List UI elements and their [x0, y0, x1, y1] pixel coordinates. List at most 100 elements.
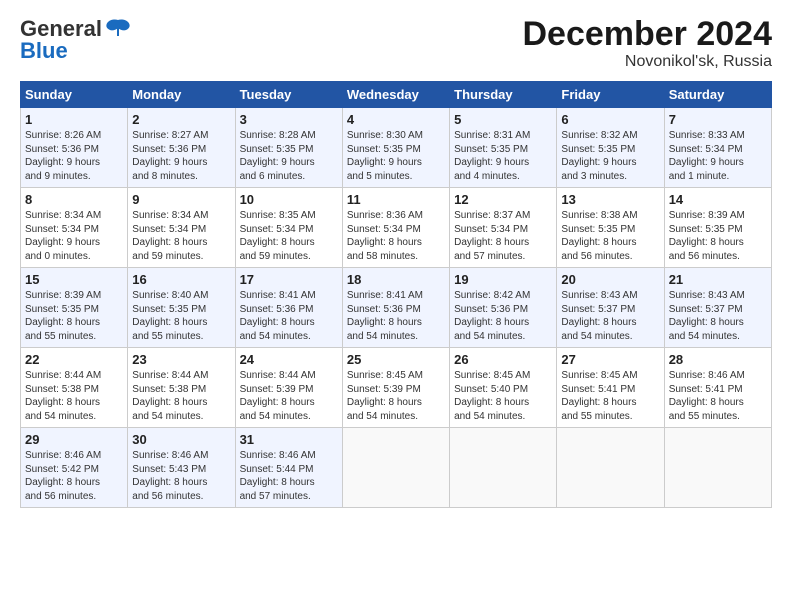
day-number: 23 [132, 352, 230, 367]
day-info: Sunrise: 8:42 AM Sunset: 5:36 PM Dayligh… [454, 289, 552, 343]
calendar-week-row: 29 Sunrise: 8:46 AM Sunset: 5:42 PM Dayli… [21, 428, 772, 508]
day-info: Sunrise: 8:27 AM Sunset: 5:36 PM Dayligh… [132, 129, 230, 183]
calendar-day-cell [342, 428, 449, 508]
calendar-day-cell: 27Sunrise: 8:45 AM Sunset: 5:41 PM Dayli… [557, 348, 664, 428]
day-info: Sunrise: 8:46 AM Sunset: 5:44 PM Dayligh… [240, 449, 338, 503]
logo-bird-icon [104, 18, 132, 40]
calendar-day-cell: 20Sunrise: 8:43 AM Sunset: 5:37 PM Dayli… [557, 268, 664, 348]
day-number: 31 [240, 432, 338, 447]
logo: General Blue [20, 16, 132, 64]
page-title: December 2024 [522, 16, 772, 53]
day-number: 4 [347, 112, 445, 127]
calendar-day-cell: 26 Sunrise: 8:45 AM Sunset: 5:40 PM Dayli… [450, 348, 557, 428]
day-number: 6 [561, 112, 659, 127]
calendar-day-cell: 10 Sunrise: 8:35 AM Sunset: 5:34 PM Dayli… [235, 188, 342, 268]
day-info: Sunrise: 8:37 AM Sunset: 5:34 PM Dayligh… [454, 209, 552, 263]
day-info: Sunrise: 8:46 AM Sunset: 5:41 PM Dayligh… [669, 369, 767, 423]
calendar-week-row: 22 Sunrise: 8:44 AM Sunset: 5:38 PM Dayli… [21, 348, 772, 428]
calendar-day-cell: 6 Sunrise: 8:32 AM Sunset: 5:35 PM Daylig… [557, 108, 664, 188]
day-number: 21 [669, 272, 767, 287]
calendar-day-cell: 22 Sunrise: 8:44 AM Sunset: 5:38 PM Dayli… [21, 348, 128, 428]
calendar-day-cell: 29 Sunrise: 8:46 AM Sunset: 5:42 PM Dayli… [21, 428, 128, 508]
calendar-day-cell: 15Sunrise: 8:39 AM Sunset: 5:35 PM Dayli… [21, 268, 128, 348]
day-info: Sunrise: 8:34 AM Sunset: 5:34 PM Dayligh… [25, 209, 123, 263]
day-info: Sunrise: 8:38 AM Sunset: 5:35 PM Dayligh… [561, 209, 659, 263]
day-info: Sunrise: 8:46 AM Sunset: 5:42 PM Dayligh… [25, 449, 123, 503]
title-block: December 2024 Novonikol'sk, Russia [522, 16, 772, 71]
col-thursday: Thursday [450, 82, 557, 108]
day-info: Sunrise: 8:44 AM Sunset: 5:38 PM Dayligh… [25, 369, 123, 423]
calendar-day-cell: 7 Sunrise: 8:33 AM Sunset: 5:34 PM Daylig… [664, 108, 771, 188]
day-number: 11 [347, 192, 445, 207]
day-info: Sunrise: 8:28 AM Sunset: 5:35 PM Dayligh… [240, 129, 338, 183]
day-number: 27 [561, 352, 659, 367]
day-number: 10 [240, 192, 338, 207]
day-info: Sunrise: 8:26 AM Sunset: 5:36 PM Dayligh… [25, 129, 123, 183]
calendar-day-cell: 11 Sunrise: 8:36 AM Sunset: 5:34 PM Dayli… [342, 188, 449, 268]
page-subtitle: Novonikol'sk, Russia [522, 53, 772, 71]
day-number: 16 [132, 272, 230, 287]
calendar-header-row: Sunday Monday Tuesday Wednesday Thursday… [21, 82, 772, 108]
calendar-day-cell: 4 Sunrise: 8:30 AM Sunset: 5:35 PM Daylig… [342, 108, 449, 188]
day-number: 8 [25, 192, 123, 207]
col-tuesday: Tuesday [235, 82, 342, 108]
day-info: Sunrise: 8:45 AM Sunset: 5:39 PM Dayligh… [347, 369, 445, 423]
calendar-day-cell: 8 Sunrise: 8:34 AM Sunset: 5:34 PM Daylig… [21, 188, 128, 268]
day-info: Sunrise: 8:31 AM Sunset: 5:35 PM Dayligh… [454, 129, 552, 183]
day-number: 15 [25, 272, 123, 287]
day-number: 29 [25, 432, 123, 447]
col-monday: Monday [128, 82, 235, 108]
day-info: Sunrise: 8:44 AM Sunset: 5:39 PM Dayligh… [240, 369, 338, 423]
day-number: 5 [454, 112, 552, 127]
calendar-day-cell: 13Sunrise: 8:38 AM Sunset: 5:35 PM Dayli… [557, 188, 664, 268]
calendar-day-cell: 31 Sunrise: 8:46 AM Sunset: 5:44 PM Dayli… [235, 428, 342, 508]
calendar-day-cell: 24 Sunrise: 8:44 AM Sunset: 5:39 PM Dayli… [235, 348, 342, 428]
day-number: 12 [454, 192, 552, 207]
calendar-day-cell: 17 Sunrise: 8:41 AM Sunset: 5:36 PM Dayli… [235, 268, 342, 348]
calendar-day-cell [450, 428, 557, 508]
col-friday: Friday [557, 82, 664, 108]
calendar-day-cell: 1 Sunrise: 8:26 AM Sunset: 5:36 PM Daylig… [21, 108, 128, 188]
day-info: Sunrise: 8:32 AM Sunset: 5:35 PM Dayligh… [561, 129, 659, 183]
day-info: Sunrise: 8:45 AM Sunset: 5:40 PM Dayligh… [454, 369, 552, 423]
calendar-day-cell: 25Sunrise: 8:45 AM Sunset: 5:39 PM Dayli… [342, 348, 449, 428]
day-number: 26 [454, 352, 552, 367]
day-number: 17 [240, 272, 338, 287]
day-number: 3 [240, 112, 338, 127]
calendar-week-row: 1 Sunrise: 8:26 AM Sunset: 5:36 PM Daylig… [21, 108, 772, 188]
calendar-day-cell: 2 Sunrise: 8:27 AM Sunset: 5:36 PM Daylig… [128, 108, 235, 188]
calendar-day-cell: 19Sunrise: 8:42 AM Sunset: 5:36 PM Dayli… [450, 268, 557, 348]
day-info: Sunrise: 8:41 AM Sunset: 5:36 PM Dayligh… [347, 289, 445, 343]
calendar-week-row: 8 Sunrise: 8:34 AM Sunset: 5:34 PM Daylig… [21, 188, 772, 268]
calendar-day-cell: 21 Sunrise: 8:43 AM Sunset: 5:37 PM Dayli… [664, 268, 771, 348]
day-number: 14 [669, 192, 767, 207]
day-info: Sunrise: 8:41 AM Sunset: 5:36 PM Dayligh… [240, 289, 338, 343]
day-number: 18 [347, 272, 445, 287]
day-info: Sunrise: 8:43 AM Sunset: 5:37 PM Dayligh… [669, 289, 767, 343]
calendar-day-cell: 30 Sunrise: 8:46 AM Sunset: 5:43 PM Dayli… [128, 428, 235, 508]
calendar-table: Sunday Monday Tuesday Wednesday Thursday… [20, 81, 772, 508]
calendar-day-cell: 23Sunrise: 8:44 AM Sunset: 5:38 PM Dayli… [128, 348, 235, 428]
day-number: 28 [669, 352, 767, 367]
day-info: Sunrise: 8:33 AM Sunset: 5:34 PM Dayligh… [669, 129, 767, 183]
calendar-day-cell: 16Sunrise: 8:40 AM Sunset: 5:35 PM Dayli… [128, 268, 235, 348]
col-sunday: Sunday [21, 82, 128, 108]
day-number: 7 [669, 112, 767, 127]
calendar-day-cell: 18 Sunrise: 8:41 AM Sunset: 5:36 PM Dayli… [342, 268, 449, 348]
col-saturday: Saturday [664, 82, 771, 108]
calendar-day-cell: 12 Sunrise: 8:37 AM Sunset: 5:34 PM Dayli… [450, 188, 557, 268]
calendar-day-cell [664, 428, 771, 508]
day-number: 30 [132, 432, 230, 447]
calendar-day-cell [557, 428, 664, 508]
calendar-day-cell: 5 Sunrise: 8:31 AM Sunset: 5:35 PM Daylig… [450, 108, 557, 188]
day-info: Sunrise: 8:46 AM Sunset: 5:43 PM Dayligh… [132, 449, 230, 503]
day-number: 22 [25, 352, 123, 367]
day-info: Sunrise: 8:30 AM Sunset: 5:35 PM Dayligh… [347, 129, 445, 183]
day-info: Sunrise: 8:36 AM Sunset: 5:34 PM Dayligh… [347, 209, 445, 263]
day-number: 1 [25, 112, 123, 127]
day-number: 24 [240, 352, 338, 367]
day-info: Sunrise: 8:35 AM Sunset: 5:34 PM Dayligh… [240, 209, 338, 263]
day-number: 2 [132, 112, 230, 127]
calendar-day-cell: 9Sunrise: 8:34 AM Sunset: 5:34 PM Daylig… [128, 188, 235, 268]
col-wednesday: Wednesday [342, 82, 449, 108]
